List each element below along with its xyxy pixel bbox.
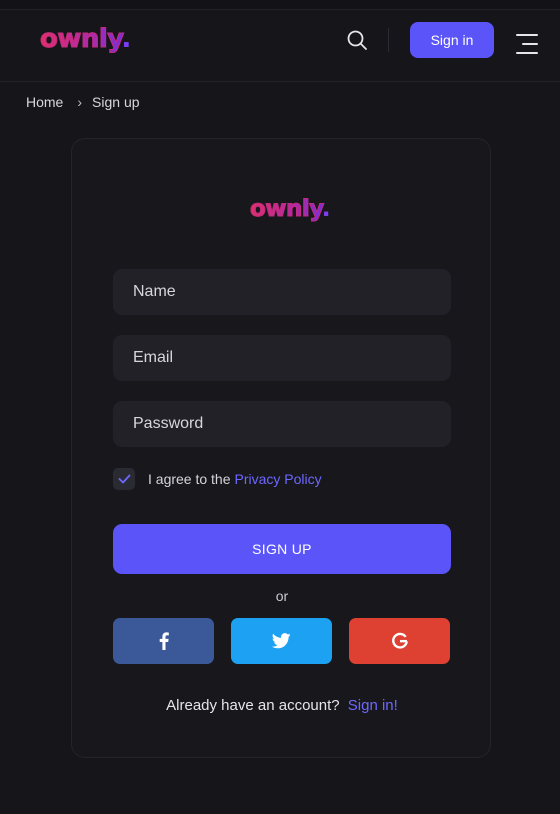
header-signin-button[interactable]: Sign in [410,22,494,58]
site-header: ownly. Sign in [0,10,560,82]
email-field[interactable] [113,335,451,381]
search-button[interactable] [345,28,369,52]
logo-text: ownly [39,24,122,55]
header-logo[interactable]: ownly. [39,24,131,55]
top-strip [0,0,560,10]
twitter-icon [272,633,291,649]
signup-button[interactable]: SIGN UP [113,524,451,574]
password-field[interactable] [113,401,451,447]
header-divider [388,28,389,52]
privacy-policy-link[interactable]: Privacy Policy [235,471,322,487]
google-icon [391,632,408,649]
menu-line-top [516,34,538,36]
signin-prompt: Already have an account? Sign in! [72,697,492,714]
facebook-icon [159,632,169,650]
menu-line-middle [522,43,538,45]
search-icon [347,30,367,50]
chevron-right-icon: › [77,94,83,110]
twitter-signup-button[interactable] [231,618,332,664]
breadcrumb-home[interactable]: Home [26,94,63,110]
card-logo: ownly. [250,196,331,223]
card-logo-dot: . [321,196,331,222]
card-logo-text: ownly [250,196,323,223]
privacy-agreement: I agree to the Privacy Policy [113,468,322,490]
agree-checkbox[interactable] [113,468,135,490]
logo-dot: . [121,24,131,54]
signup-card: ownly. I agree to the Privacy Policy SIG… [71,138,491,758]
facebook-signup-button[interactable] [113,618,214,664]
hamburger-menu-icon[interactable] [512,32,538,58]
agree-text: I agree to the [148,471,231,487]
breadcrumb-current: Sign up [92,94,140,110]
google-signup-button[interactable] [349,618,450,664]
signin-link[interactable]: Sign in! [348,697,398,714]
breadcrumb: Home › Sign up [26,94,140,110]
or-divider-text: or [275,588,289,604]
menu-line-bottom [516,52,538,54]
already-have-account-text: Already have an account? [166,697,340,714]
checkmark-icon [118,474,130,484]
name-field[interactable] [113,269,451,315]
